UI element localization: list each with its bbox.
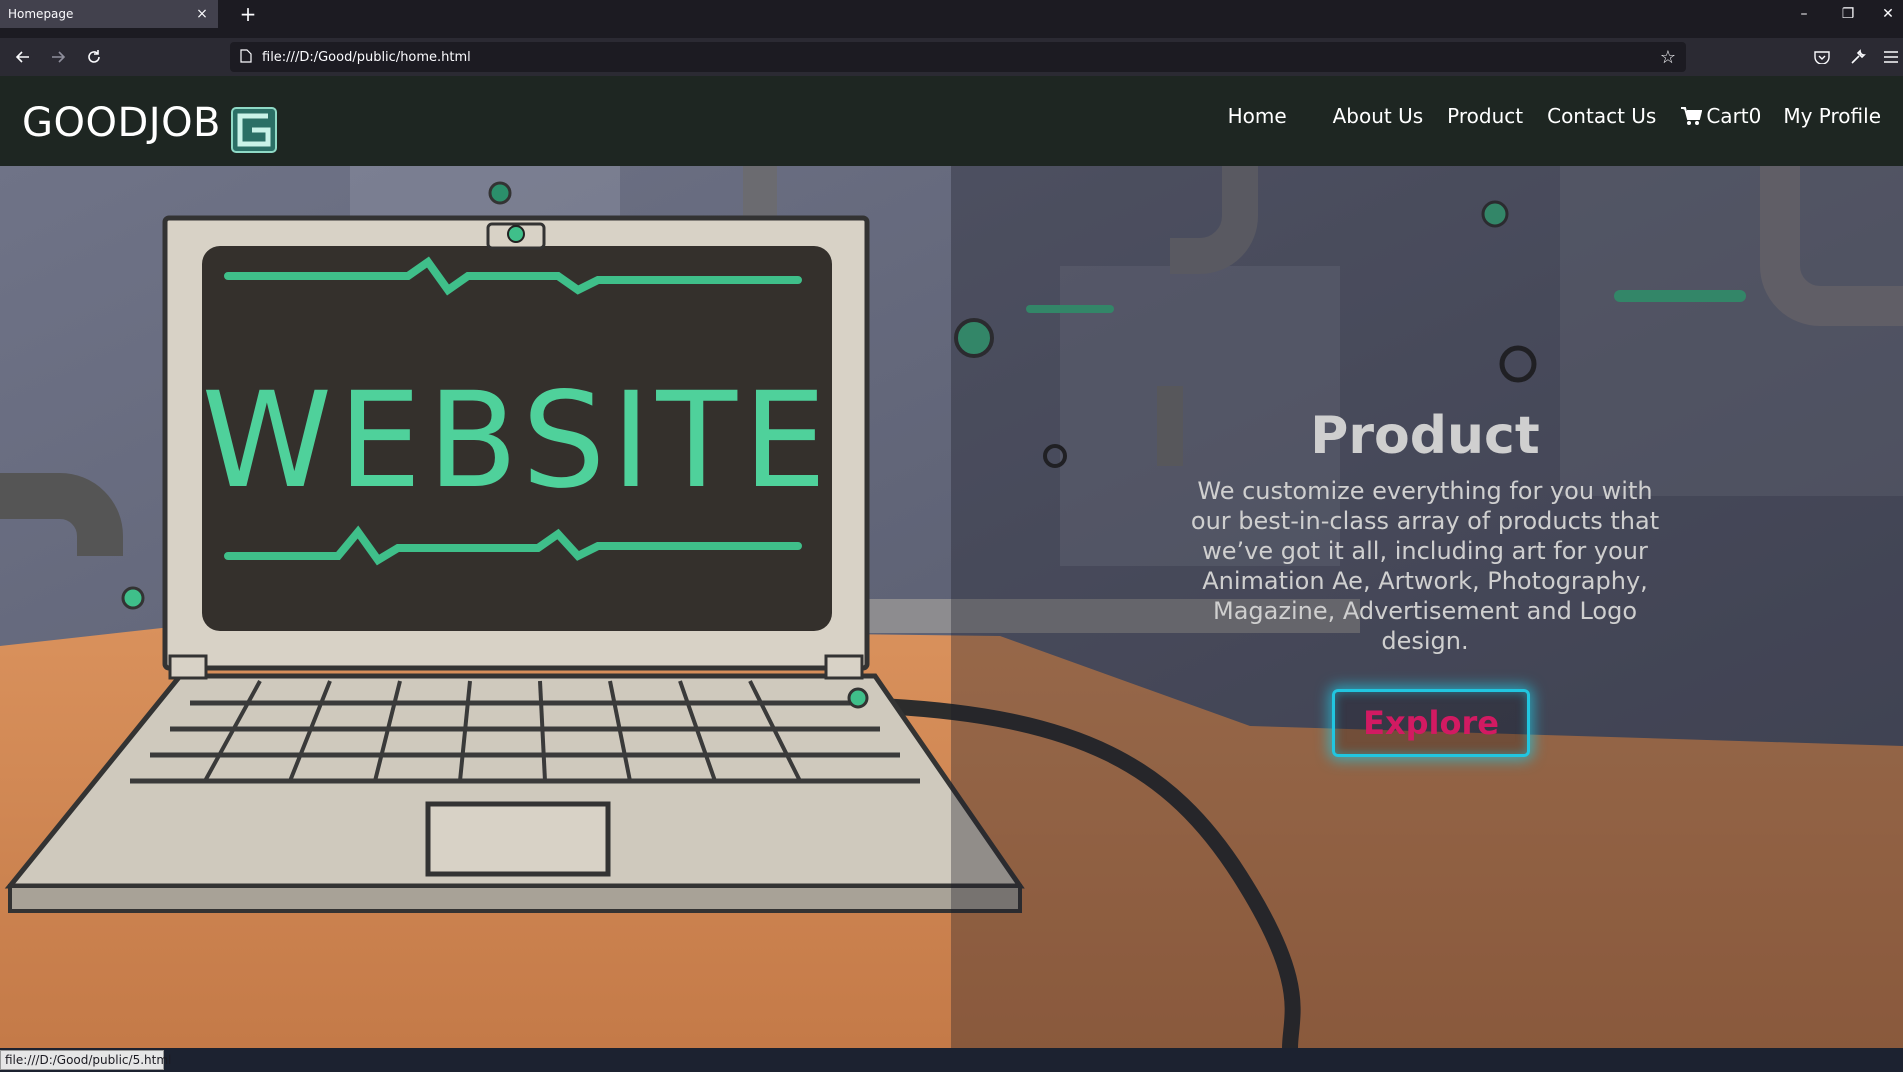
url-bar[interactable]: file:///D:/Good/public/home.html ☆ xyxy=(230,42,1686,72)
url-text[interactable]: file:///D:/Good/public/home.html xyxy=(262,50,1660,65)
status-bar: file:///D:/Good/public/5.html xyxy=(0,1050,171,1070)
nav-profile[interactable]: My Profile xyxy=(1771,104,1893,128)
restore-button[interactable]: ❐ xyxy=(1830,0,1866,28)
close-window-button[interactable]: ✕ xyxy=(1870,0,1903,28)
nav-product[interactable]: Product xyxy=(1435,104,1535,128)
close-tab-icon[interactable]: × xyxy=(194,6,210,22)
product-description: We customize everything for you with our… xyxy=(1190,477,1660,655)
browser-tab[interactable]: Homepage × xyxy=(0,0,218,28)
menu-hamburger-icon[interactable] xyxy=(1880,46,1902,68)
web-page: GOODJOB Home About Us Product Contact Us… xyxy=(0,76,1903,1048)
cart-label: Cart0 xyxy=(1706,104,1762,128)
page-icon xyxy=(240,48,252,67)
forward-arrow-icon[interactable] xyxy=(45,44,71,70)
hero-section: WEBSITE Product We customize everything … xyxy=(0,166,1903,1048)
nav-contact[interactable]: Contact Us xyxy=(1535,104,1668,128)
tab-strip: Homepage × + – ❐ ✕ xyxy=(0,0,1903,28)
pocket-icon[interactable] xyxy=(1811,46,1833,68)
cart-icon xyxy=(1681,107,1703,125)
nav-home[interactable]: Home xyxy=(1216,104,1299,128)
reload-icon[interactable] xyxy=(81,44,107,70)
brand-name[interactable]: GOODJOB xyxy=(22,100,221,146)
nav-about[interactable]: About Us xyxy=(1321,104,1436,128)
brand-logo-icon[interactable] xyxy=(230,106,278,154)
site-header: GOODJOB Home About Us Product Contact Us… xyxy=(0,76,1903,166)
new-tab-button[interactable]: + xyxy=(236,2,260,26)
browser-toolbar: file:///D:/Good/public/home.html ☆ xyxy=(0,38,1903,76)
main-nav: Home About Us Product Contact Us Cart0 M… xyxy=(1216,104,1893,128)
back-arrow-icon[interactable] xyxy=(10,44,36,70)
minimize-button[interactable]: – xyxy=(1786,0,1822,28)
nav-cart[interactable]: Cart0 xyxy=(1668,104,1771,128)
tab-title: Homepage xyxy=(8,7,74,21)
laptop-screen-text: WEBSITE xyxy=(202,364,833,518)
product-title: Product xyxy=(1310,406,1540,466)
page-bottom-strip xyxy=(0,1048,1903,1072)
bookmark-star-icon[interactable]: ☆ xyxy=(1660,47,1676,68)
tools-wrench-icon[interactable] xyxy=(1847,46,1869,68)
explore-button[interactable]: Explore xyxy=(1332,689,1530,757)
